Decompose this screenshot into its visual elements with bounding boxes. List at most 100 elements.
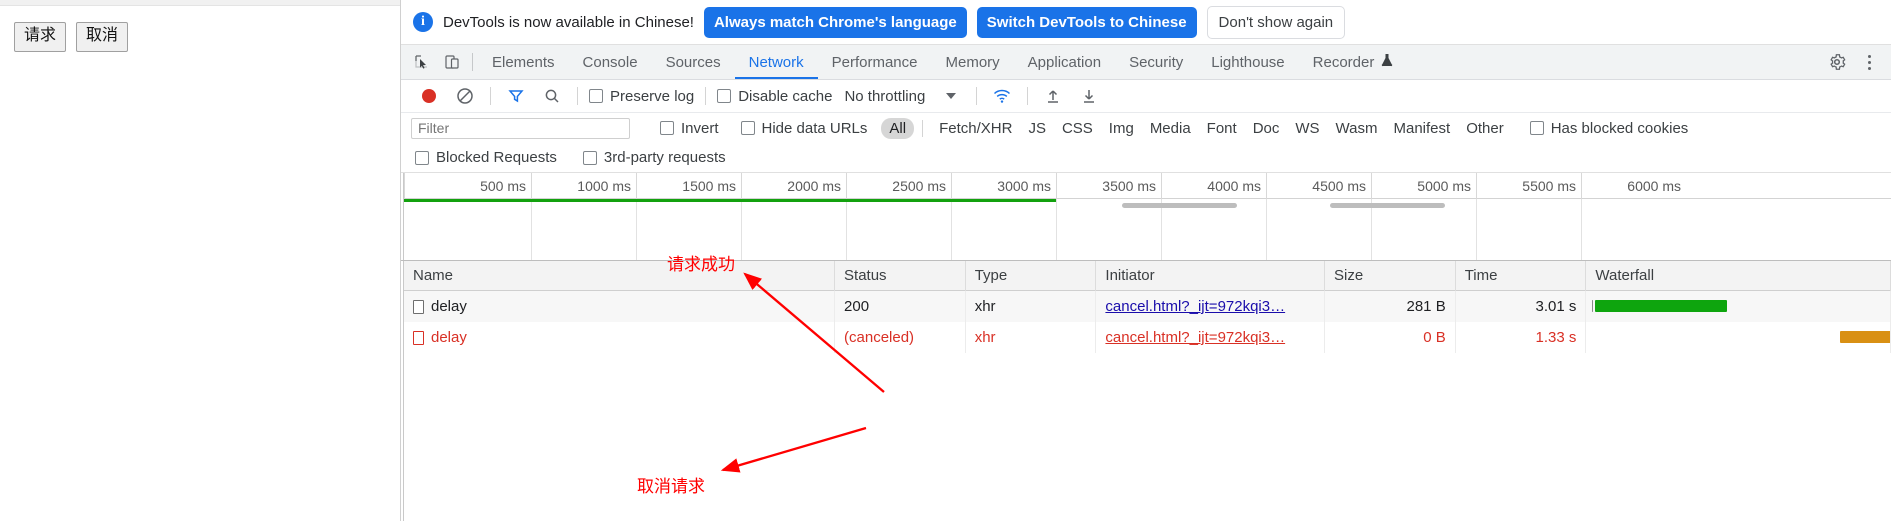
devtools-panel: i DevTools is now available in Chinese! … <box>401 0 1891 521</box>
has-blocked-cookies-box[interactable] <box>1529 121 1544 135</box>
column-header-name[interactable]: Name <box>404 260 836 291</box>
table-row[interactable]: delay 200 xhr cancel.html?_ijt=972kqi3… … <box>404 291 1891 322</box>
invert-label: Invert <box>681 119 719 137</box>
overview-scroll-handle-right[interactable] <box>1330 203 1445 208</box>
request-button[interactable]: 请求 <box>14 22 67 52</box>
hide-data-urls-box[interactable] <box>740 121 755 135</box>
tab-security[interactable]: Security <box>1115 45 1197 79</box>
network-toolbar: Preserve log Disable cache No throttling <box>401 80 1891 113</box>
initiator-link[interactable]: cancel.html?_ijt=972kqi3… <box>1105 298 1285 315</box>
tab-network-label: Network <box>748 53 804 71</box>
always-match-chrome-language-button[interactable]: Always match Chrome's language <box>703 6 967 38</box>
type-filter-wasm[interactable]: Wasm <box>1328 118 1386 139</box>
cell-name[interactable]: delay <box>404 291 836 322</box>
network-overview[interactable]: 500 ms 1000 ms 1500 ms 2000 ms 2500 ms 3… <box>401 173 1891 261</box>
device-toolbar-icon[interactable] <box>437 45 467 79</box>
disable-cache-checkbox[interactable]: Disable cache <box>713 88 836 105</box>
blocked-requests-checkbox[interactable]: Blocked Requests <box>411 149 561 166</box>
tab-recorder[interactable]: Recorder <box>1299 45 1408 79</box>
switch-devtools-to-chinese-button[interactable]: Switch DevTools to Chinese <box>976 6 1197 38</box>
experiment-flask-icon <box>1381 53 1393 71</box>
type-filter-js[interactable]: JS <box>1020 118 1054 139</box>
type-filter-media[interactable]: Media <box>1142 118 1199 139</box>
column-header-time[interactable]: Time <box>1456 260 1587 291</box>
overview-tick-label: 1000 ms <box>577 178 631 194</box>
cancel-button[interactable]: 取消 <box>76 22 129 52</box>
language-info-banner: i DevTools is now available in Chinese! … <box>401 0 1891 45</box>
filter-input[interactable] <box>411 117 630 139</box>
type-filter-font[interactable]: Font <box>1199 118 1245 139</box>
blocked-requests-label: Blocked Requests <box>436 149 557 166</box>
type-filter-img[interactable]: Img <box>1101 118 1142 139</box>
third-party-requests-box[interactable] <box>582 150 597 165</box>
hide-data-urls-checkbox[interactable]: Hide data URLs <box>737 120 872 137</box>
column-header-initiator[interactable]: Initiator <box>1096 260 1325 291</box>
tab-network[interactable]: Network <box>735 45 818 79</box>
settings-gear-icon[interactable] <box>1821 53 1853 71</box>
table-row[interactable]: delay (canceled) xhr cancel.html?_ijt=97… <box>404 322 1891 353</box>
network-request-table: Name Status Type Initiator Size Time Wat… <box>404 260 1891 521</box>
cell-name-label: delay <box>431 329 467 346</box>
overview-tick-label: 3500 ms <box>1102 178 1156 194</box>
import-har-icon[interactable] <box>1035 80 1071 113</box>
throttling-caret-icon[interactable] <box>933 80 969 113</box>
initiator-link[interactable]: cancel.html?_ijt=972kqi3… <box>1105 329 1285 346</box>
tab-performance[interactable]: Performance <box>818 45 932 79</box>
type-filter-css[interactable]: CSS <box>1054 118 1101 139</box>
record-button-icon[interactable] <box>411 80 447 113</box>
type-filter-other[interactable]: Other <box>1458 118 1512 139</box>
preserve-log-checkbox[interactable]: Preserve log <box>585 88 698 105</box>
waterfall-bar-success <box>1595 300 1728 312</box>
disable-cache-box[interactable] <box>717 89 732 103</box>
invert-checkbox[interactable]: Invert <box>656 120 723 137</box>
filter-funnel-icon[interactable] <box>498 80 534 113</box>
document-icon <box>413 331 424 345</box>
column-header-status[interactable]: Status <box>835 260 966 291</box>
cell-initiator[interactable]: cancel.html?_ijt=972kqi3… <box>1096 322 1325 353</box>
tab-application[interactable]: Application <box>1014 45 1115 79</box>
type-filter-all-label: All <box>889 119 907 137</box>
type-filter-fetch-xhr[interactable]: Fetch/XHR <box>931 118 1020 139</box>
cell-initiator[interactable]: cancel.html?_ijt=972kqi3… <box>1096 291 1325 322</box>
type-filter-manifest-label: Manifest <box>1393 119 1451 137</box>
clear-button-icon[interactable] <box>447 80 483 113</box>
column-header-type[interactable]: Type <box>966 260 1097 291</box>
tab-console-label: Console <box>582 53 638 71</box>
cell-type: xhr <box>966 322 1097 353</box>
inspect-element-icon[interactable] <box>407 45 437 79</box>
tab-sources[interactable]: Sources <box>652 45 735 79</box>
type-filter-doc[interactable]: Doc <box>1245 118 1288 139</box>
blocked-requests-box[interactable] <box>415 150 429 165</box>
dont-show-again-button[interactable]: Don't show again <box>1206 5 1346 39</box>
invert-box[interactable] <box>660 121 674 135</box>
type-filter-ws[interactable]: WS <box>1287 118 1327 139</box>
tab-memory[interactable]: Memory <box>932 45 1014 79</box>
preserve-log-box[interactable] <box>589 89 603 103</box>
third-party-requests-checkbox[interactable]: 3rd-party requests <box>579 149 730 166</box>
column-header-size[interactable]: Size <box>1325 260 1456 291</box>
tabstrip-divider <box>472 53 473 71</box>
has-blocked-cookies-checkbox[interactable]: Has blocked cookies <box>1526 120 1693 137</box>
throttling-select[interactable]: No throttling <box>836 88 933 105</box>
waterfall-bar-canceled <box>1840 331 1891 343</box>
export-har-icon[interactable] <box>1071 80 1107 113</box>
cell-time: 1.33 s <box>1456 322 1587 353</box>
type-filter-media-label: Media <box>1149 119 1191 137</box>
cell-size: 281 B <box>1325 291 1456 322</box>
tab-lighthouse[interactable]: Lighthouse <box>1197 45 1298 79</box>
overview-scroll-handle-left[interactable] <box>1122 203 1237 208</box>
tab-console[interactable]: Console <box>569 45 652 79</box>
type-filter-all[interactable]: All <box>881 117 915 139</box>
network-conditions-wifi-icon[interactable] <box>984 80 1020 113</box>
overview-body[interactable]: 500 ms 1000 ms 1500 ms 2000 ms 2500 ms 3… <box>404 173 1891 260</box>
more-options-icon[interactable] <box>1853 53 1885 71</box>
hide-data-urls-label: Hide data URLs <box>761 119 868 137</box>
tab-recorder-label: Recorder <box>1312 53 1375 71</box>
type-filter-manifest[interactable]: Manifest <box>1386 118 1459 139</box>
column-header-waterfall[interactable]: Waterfall <box>1586 260 1891 291</box>
tab-elements[interactable]: Elements <box>478 45 569 79</box>
search-icon[interactable] <box>534 80 570 113</box>
cell-name[interactable]: delay <box>404 322 836 353</box>
table-header-row: Name Status Type Initiator Size Time Wat… <box>404 260 1891 291</box>
overview-tick-label: 2000 ms <box>787 178 841 194</box>
